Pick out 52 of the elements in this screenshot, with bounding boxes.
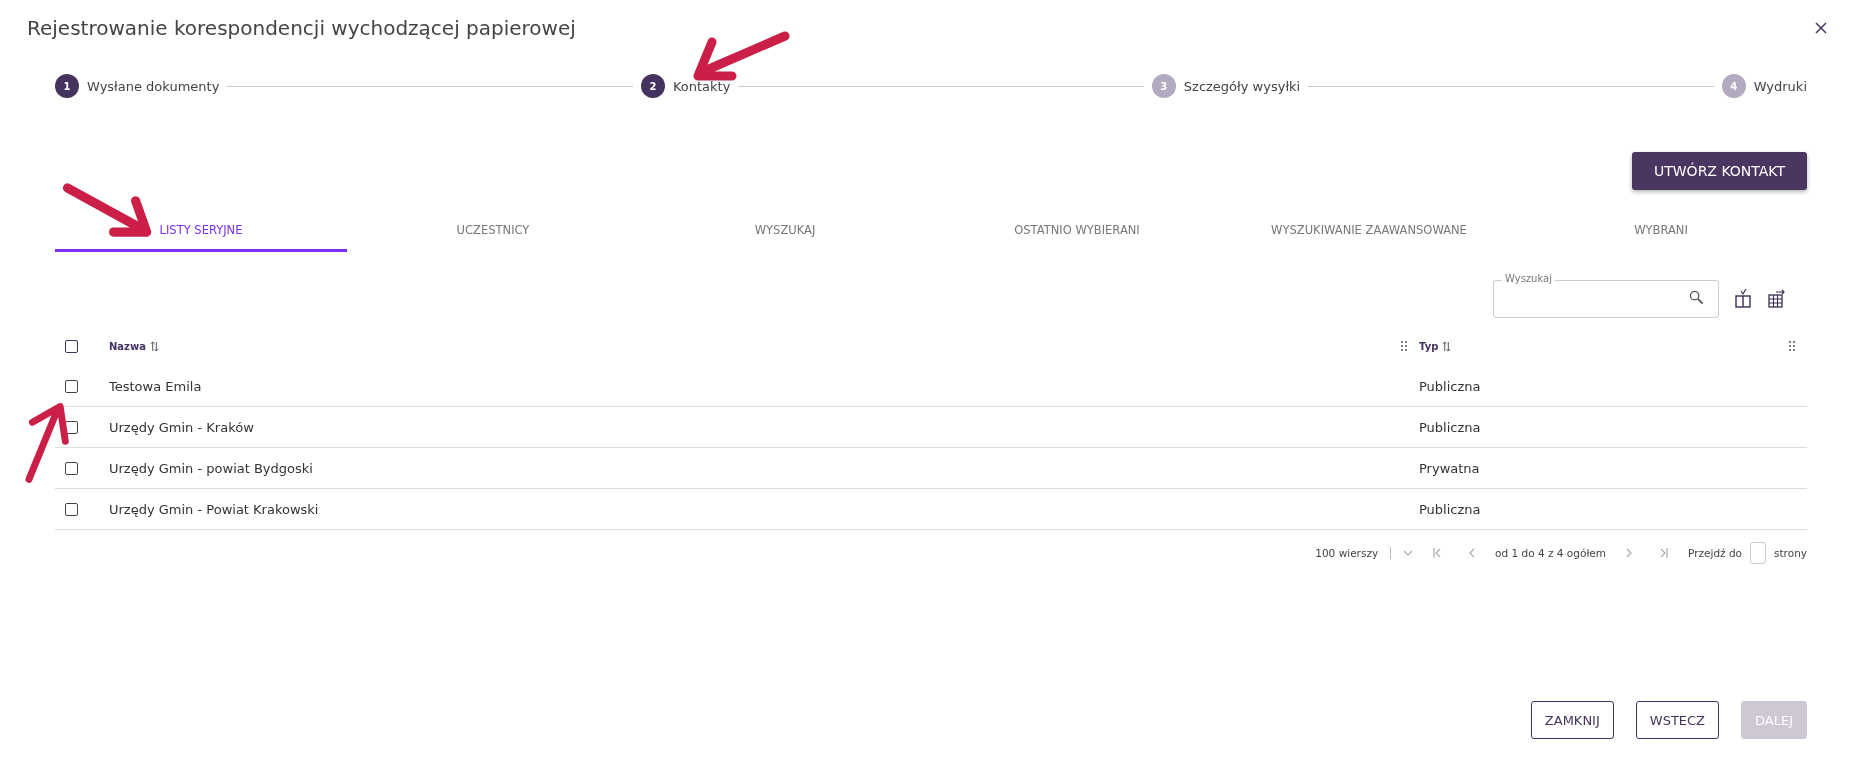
row-checkbox[interactable] [65, 420, 78, 434]
go-to-page-label: Przejdź do [1688, 547, 1743, 559]
step-label: Wydruki [1753, 78, 1807, 94]
table-cell: Prywatna [1419, 460, 1480, 476]
search-icon[interactable] [1689, 290, 1704, 305]
pages-label: strony [1774, 547, 1807, 559]
row-checkbox[interactable] [65, 502, 78, 516]
sort-icon[interactable] [1442, 340, 1452, 352]
table-cell: Publiczna [1419, 501, 1481, 517]
page-input[interactable] [1750, 542, 1767, 564]
select-all-checkbox[interactable] [65, 339, 78, 353]
step-number: 3 [1151, 74, 1176, 98]
drag-handle-icon[interactable] [1789, 341, 1795, 351]
create-contact-button[interactable]: UTWÓRZ KONTAKT [1631, 152, 1807, 190]
columns-icon[interactable] [1733, 289, 1753, 309]
tab[interactable]: LISTY SERYJNE [55, 210, 347, 252]
step-label: Kontakty [672, 78, 731, 94]
dialog-button[interactable]: WSTECZ [1635, 701, 1720, 739]
drag-handle-icon[interactable] [1401, 341, 1407, 351]
last-page-icon[interactable] [1660, 548, 1669, 558]
table-cell: Testowa Emila [109, 378, 202, 394]
page-range: od 1 do 4 z 4 ogółem [1495, 547, 1607, 559]
column-header[interactable]: Nazwa [109, 340, 146, 352]
column-header[interactable]: Typ [1419, 340, 1439, 352]
dialog-title: Rejestrowanie korespondencji wychodzącej papierowej [27, 16, 576, 40]
row-checkbox[interactable] [65, 379, 78, 393]
sort-icon[interactable] [149, 340, 159, 352]
next-page-icon[interactable] [1626, 548, 1633, 558]
tab[interactable]: WYBRANI [1515, 210, 1807, 252]
tab[interactable]: UCZESTNICY [347, 210, 639, 252]
dialog-button[interactable]: ZAMKNIJ [1530, 701, 1614, 739]
table-cell: Publiczna [1419, 419, 1481, 435]
tab[interactable]: WYSZUKAJ [639, 210, 931, 252]
step-number: 4 [1721, 74, 1746, 98]
first-page-icon[interactable] [1433, 548, 1442, 558]
step-number: 1 [55, 74, 79, 98]
table-export-icon[interactable] [1767, 289, 1787, 309]
chevron-down-icon[interactable] [1403, 550, 1414, 556]
rows-per-page[interactable]: 100 wierszy [1315, 547, 1379, 559]
previous-page-icon[interactable] [1469, 548, 1476, 558]
table-cell: Urzędy Gmin - powiat Bydgoski [109, 460, 313, 476]
table-cell: Publiczna [1419, 378, 1481, 394]
table-cell: Urzędy Gmin - Powiat Krakowski [109, 501, 319, 517]
table-cell: Urzędy Gmin - Kraków [109, 419, 254, 435]
search-field-label: Wyszukaj [1502, 273, 1555, 284]
tab[interactable]: WYSZUKIWANIE ZAAWANSOWANE [1223, 210, 1515, 252]
close-icon[interactable] [1815, 22, 1827, 34]
tab[interactable]: OSTATNIO WYBIERANI [931, 210, 1223, 252]
step-label: Szczegóły wysyłki [1183, 78, 1301, 94]
row-checkbox[interactable] [65, 461, 78, 475]
step-label: Wysłane dokumenty [87, 78, 220, 94]
step-number: 2 [640, 74, 665, 98]
